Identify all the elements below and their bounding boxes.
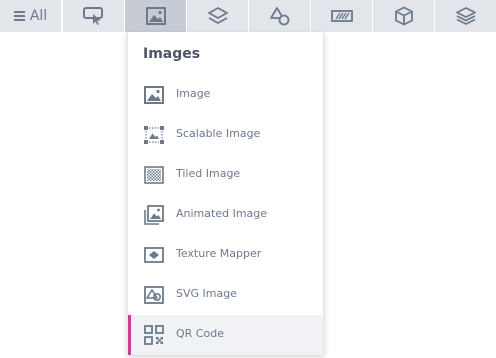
texture-mapper-icon: [144, 247, 164, 263]
image-icon: [145, 7, 166, 25]
shapes-icon: [269, 7, 289, 26]
pointer-click-icon: [82, 7, 103, 25]
striped-panel-icon: [330, 10, 353, 22]
menu-item-label: Texture Mapper: [176, 247, 262, 260]
scalable-image-icon: [144, 126, 164, 144]
3d-category-button[interactable]: [373, 0, 434, 32]
menu-item-qr-code[interactable]: QR Code: [128, 315, 323, 355]
menu-item-label: Tiled Image: [176, 167, 241, 180]
layers-category-button[interactable]: [187, 0, 248, 32]
menu-item-label: SVG Image: [176, 287, 237, 300]
panel-category-button[interactable]: [311, 0, 372, 32]
menu-item-tiled-image[interactable]: Tiled Image: [128, 155, 323, 195]
menu-item-label: Scalable Image: [176, 127, 261, 140]
menu-item-label: Animated Image: [176, 207, 268, 220]
menu-item-scalable-image[interactable]: Scalable Image: [128, 115, 323, 155]
stack-category-button[interactable]: [435, 0, 496, 32]
svg-image-icon: [144, 286, 164, 304]
menu-item-label: Image: [176, 87, 211, 100]
dropdown-title: Images: [143, 46, 201, 62]
all-button[interactable]: All: [0, 0, 61, 32]
menu-item-label: QR Code: [176, 327, 224, 340]
images-category-button[interactable]: [125, 0, 186, 32]
qr-code-icon: [144, 325, 164, 345]
cube-icon: [394, 6, 413, 26]
images-dropdown: Images Image Scalable Image Tiled Image …: [127, 32, 324, 355]
menu-item-image[interactable]: Image: [128, 75, 323, 115]
all-button-label: All: [29, 8, 48, 24]
shapes-category-button[interactable]: [249, 0, 310, 32]
image-icon: [144, 86, 164, 104]
animated-image-icon: [144, 205, 164, 225]
menu-item-svg-image[interactable]: SVG Image: [128, 275, 323, 315]
menu-item-animated-image[interactable]: Animated Image: [128, 195, 323, 235]
pointer-category-button[interactable]: [63, 0, 124, 32]
category-toolbar: All: [0, 0, 496, 32]
menu-item-texture-mapper[interactable]: Texture Mapper: [128, 235, 323, 275]
stack-icon: [455, 7, 476, 25]
tiled-image-icon: [144, 166, 164, 184]
menu-icon: [13, 11, 25, 21]
layers-icon: [207, 7, 228, 24]
